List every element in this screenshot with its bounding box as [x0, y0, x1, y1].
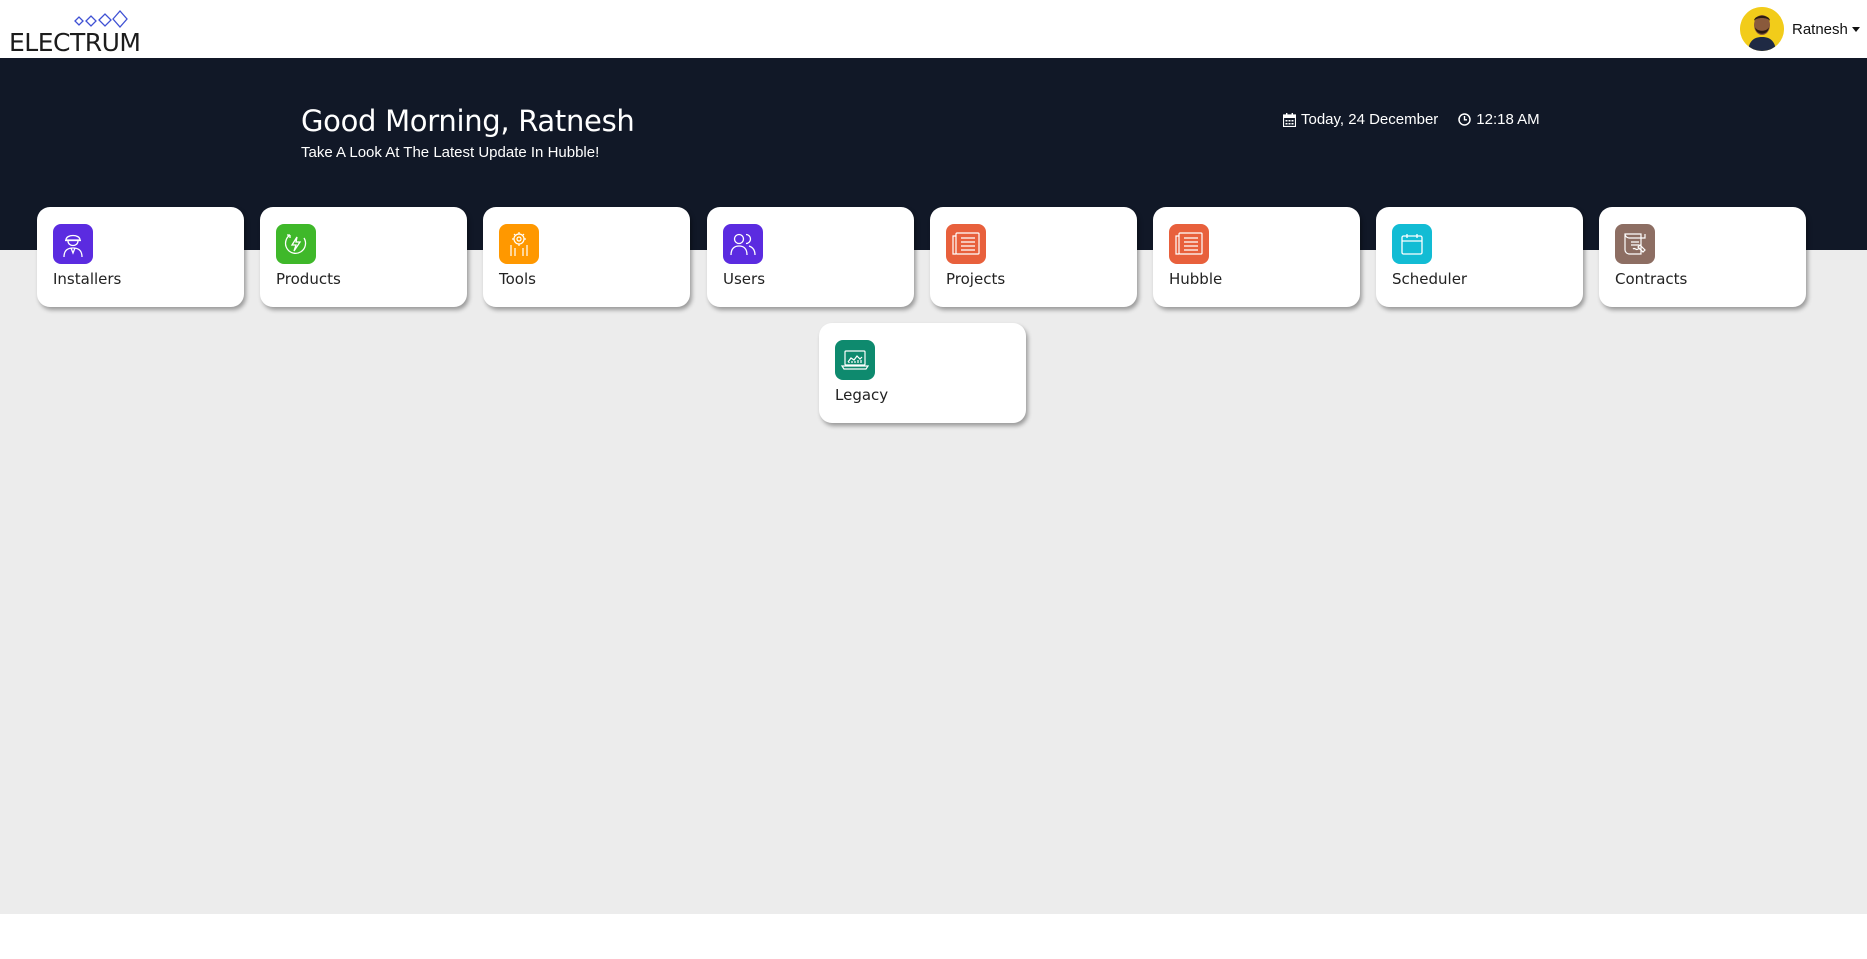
module-label: Legacy: [835, 386, 889, 404]
module-card-contracts[interactable]: Contracts: [1599, 207, 1806, 307]
module-card-products[interactable]: Products: [260, 207, 467, 307]
module-label: Products: [276, 270, 341, 288]
time-text: 12:18 AM: [1476, 111, 1540, 128]
module-card-legacy[interactable]: Legacy: [819, 323, 1026, 423]
greeting-subtitle: Take A Look At The Latest Update In Hubb…: [301, 144, 600, 161]
time-display: 12:18 AM: [1458, 111, 1540, 128]
module-card-users[interactable]: Users: [707, 207, 914, 307]
chevron-down-icon[interactable]: [1851, 26, 1860, 32]
avatar[interactable]: [1740, 7, 1784, 51]
module-label: Contracts: [1615, 270, 1688, 288]
document-icon: [946, 224, 986, 264]
clock-icon: [1458, 113, 1472, 126]
calendar-icon: [1392, 224, 1432, 264]
calendar-icon: [1283, 112, 1296, 127]
contract-icon: [1615, 224, 1655, 264]
logo-text: ELECTRUM: [9, 28, 141, 57]
document-icon: [1169, 224, 1209, 264]
date-text: Today, 24 December: [1301, 111, 1439, 128]
top-bar: ELECTRUM Ratnesh: [0, 0, 1867, 58]
logo-diamonds-icon: [74, 10, 128, 28]
module-label: Scheduler: [1392, 270, 1468, 288]
electrum-logo[interactable]: ELECTRUM: [9, 8, 141, 57]
module-card-installers[interactable]: Installers: [37, 207, 244, 307]
module-card-tools[interactable]: Tools: [483, 207, 690, 307]
date-display: Today, 24 December: [1283, 111, 1438, 128]
tools-icon: [499, 224, 539, 264]
users-icon: [723, 224, 763, 264]
lightning-icon: [276, 224, 316, 264]
module-label: Tools: [499, 270, 536, 288]
user-name[interactable]: Ratnesh: [1792, 21, 1848, 38]
module-label: Installers: [53, 270, 122, 288]
module-card-scheduler[interactable]: Scheduler: [1376, 207, 1583, 307]
installer-icon: [53, 224, 93, 264]
module-label: Users: [723, 270, 766, 288]
user-menu[interactable]: Ratnesh: [1740, 7, 1860, 51]
module-label: Hubble: [1169, 270, 1223, 288]
module-card-hubble[interactable]: Hubble: [1153, 207, 1360, 307]
greeting-title: Good Morning, Ratnesh: [301, 104, 635, 138]
laptop-chart-icon: [835, 340, 875, 380]
module-card-projects[interactable]: Projects: [930, 207, 1137, 307]
date-time: Today, 24 December 12:18 AM: [1283, 111, 1540, 128]
module-label: Projects: [946, 270, 1006, 288]
user-avatar-icon: [1740, 7, 1784, 51]
